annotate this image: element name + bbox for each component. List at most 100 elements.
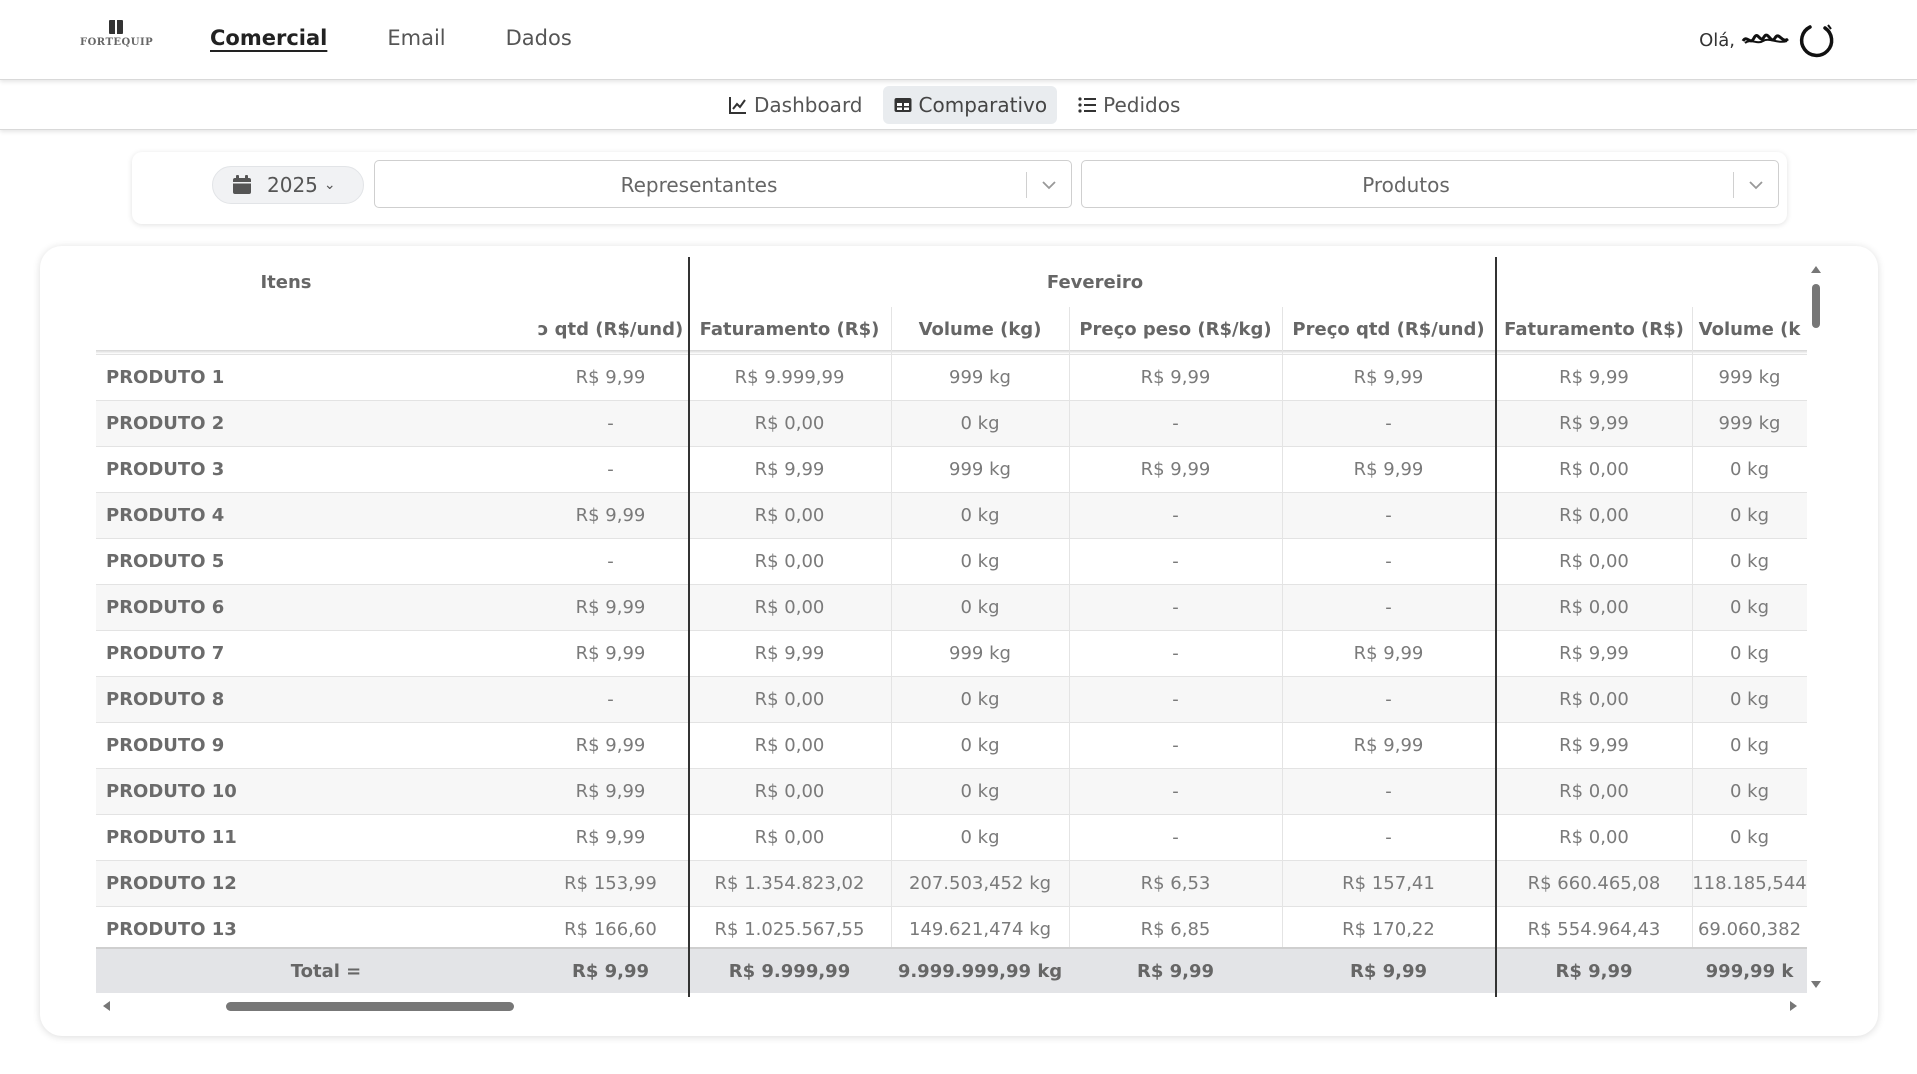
table-row[interactable]: PRODUTO 12 R$ 153,99 R$ 1.354.823,02 207.50… (96, 860, 1807, 906)
table-cell: R$ 0,00 (1559, 551, 1629, 572)
table-cell: 0 kg (960, 827, 1000, 848)
table-cell: 69.060,382 (1697, 919, 1802, 940)
product-name-cell: PRODUTO 6 (106, 597, 225, 618)
nav-comercial[interactable]: Comercial (210, 26, 327, 50)
horizontal-scrollbar[interactable] (96, 997, 1807, 1015)
table-cell: R$ 1.025.567,55 (714, 919, 865, 940)
product-name-cell: PRODUTO 13 (106, 919, 237, 940)
col-header-volume-2: Volume (k (1698, 318, 1801, 340)
nav-dados[interactable]: Dados (506, 26, 572, 50)
power-icon[interactable] (1797, 20, 1837, 60)
year-select[interactable]: 2025 ⌄ (212, 166, 364, 204)
table-cell: R$ 9,99 (1559, 367, 1629, 388)
chevron-down-icon[interactable] (1746, 175, 1766, 195)
scroll-up-arrow-icon[interactable] (1810, 264, 1822, 274)
comparison-table[interactable]: Itens Fevereiro ɔ qtd (R$/und) Faturament… (96, 257, 1807, 997)
table-cell: R$ 9,99 (754, 459, 825, 480)
scroll-down-arrow-icon[interactable] (1810, 980, 1822, 990)
scroll-left-arrow-icon[interactable] (100, 1000, 112, 1012)
vertical-scrollbar[interactable] (1807, 262, 1825, 992)
table-row[interactable]: PRODUTO 6 R$ 9,99 R$ 0,00 0 kg - - R$ 0,00 0 kg (96, 584, 1807, 630)
representantes-select[interactable]: Representantes (374, 160, 1072, 208)
table-cell: 0 kg (960, 551, 1000, 572)
vertical-scroll-thumb[interactable] (1812, 284, 1820, 328)
table-cell: R$ 0,00 (1559, 505, 1629, 526)
table-row[interactable]: PRODUTO 1 R$ 9,99 R$ 9.999,99 999 kg R$ 9,99… (96, 354, 1807, 400)
calendar-icon (233, 175, 251, 194)
table-row[interactable]: PRODUTO 2 - R$ 0,00 0 kg - - R$ 9,99 999 kg (96, 400, 1807, 446)
group-header-itens: Itens (260, 271, 312, 293)
table-row[interactable]: PRODUTO 3 - R$ 9,99 999 kg R$ 9,99 R$ 9,99 R$ … (96, 446, 1807, 492)
month-divider-start (688, 257, 690, 997)
brand-logo[interactable]: FORTEQUIP (80, 20, 153, 54)
table-cell: R$ 9,99 (1559, 735, 1629, 756)
filter-bar: 2025 ⌄ Representantes Produtos (132, 152, 1787, 224)
table-cell: - (1172, 781, 1179, 802)
column-divider (891, 307, 892, 947)
total-cell: R$ 9,99 (571, 960, 650, 982)
table-cell: R$ 9,99 (1559, 413, 1629, 434)
table-cell: - (1172, 827, 1179, 848)
table-cell: R$ 0,00 (1559, 781, 1629, 802)
total-cell: R$ 9,99 (1136, 960, 1215, 982)
tab-pedidos[interactable]: Pedidos (1067, 86, 1190, 124)
chevron-down-icon: ⌄ (323, 177, 336, 193)
table-cell: R$ 9,99 (1353, 459, 1424, 480)
table-cell: - (607, 689, 614, 710)
table-cell: 999 kg (1718, 413, 1781, 434)
table-row[interactable]: PRODUTO 9 R$ 9,99 R$ 0,00 0 kg - R$ 9,99 R$ 9,… (96, 722, 1807, 768)
table-cell: R$ 0,00 (1559, 827, 1629, 848)
table-cell: 0 kg (960, 735, 1000, 756)
table-row[interactable]: PRODUTO 8 - R$ 0,00 0 kg - - R$ 0,00 0 kg (96, 676, 1807, 722)
product-name-cell: PRODUTO 4 (106, 505, 225, 526)
table-cell: - (1172, 643, 1179, 664)
total-cell: R$ 9.999,99 (728, 960, 851, 982)
table-cell: R$ 0,00 (754, 597, 825, 618)
table-cell: - (1385, 781, 1392, 802)
produtos-placeholder: Produtos (1362, 173, 1450, 197)
table-row[interactable]: PRODUTO 4 R$ 9,99 R$ 0,00 0 kg - - R$ 0,00 0 kg (96, 492, 1807, 538)
table-cell: R$ 0,00 (1559, 597, 1629, 618)
horizontal-scroll-thumb[interactable] (226, 1002, 514, 1011)
table-cell: R$ 9,99 (575, 781, 646, 802)
table-cell: - (607, 551, 614, 572)
table-row[interactable]: PRODUTO 13 R$ 166,60 R$ 1.025.567,55 149.62… (96, 906, 1807, 952)
table-cell: - (1172, 597, 1179, 618)
table-row[interactable]: PRODUTO 11 R$ 9,99 R$ 0,00 0 kg - - R$ 0,00 0 k… (96, 814, 1807, 860)
table-cell: - (1385, 827, 1392, 848)
table-cell: - (1172, 413, 1179, 434)
table-row[interactable]: PRODUTO 7 R$ 9,99 R$ 9,99 999 kg - R$ 9,99 R$ … (96, 630, 1807, 676)
list-icon (1078, 97, 1097, 113)
table-cell: R$ 554.964,43 (1527, 919, 1661, 940)
table-cell: 0 kg (1729, 689, 1770, 710)
table-cell: R$ 0,00 (754, 781, 825, 802)
col-header-preco-qtd: ɔ qtd (R$/und) (537, 318, 684, 340)
table-cell: R$ 153,99 (564, 873, 657, 894)
nav-email[interactable]: Email (387, 26, 445, 50)
table-cell: - (1172, 689, 1179, 710)
product-name-cell: PRODUTO 5 (106, 551, 225, 572)
logo-mark-icon (109, 20, 123, 34)
table-cell: 999 kg (949, 367, 1011, 388)
table-row[interactable]: PRODUTO 5 - R$ 0,00 0 kg - - R$ 0,00 0 kg (96, 538, 1807, 584)
table-cell: 207.503,452 kg (908, 873, 1052, 894)
scroll-right-arrow-icon[interactable] (1788, 1000, 1800, 1012)
chevron-down-icon[interactable] (1039, 175, 1059, 195)
tab-comparativo[interactable]: Comparativo (882, 86, 1058, 124)
table-cell: R$ 9,99 (754, 643, 825, 664)
table-cell: R$ 660.465,08 (1527, 873, 1661, 894)
redacted-username-scribble (1741, 33, 1789, 44)
produtos-select[interactable]: Produtos (1081, 160, 1779, 208)
table-cell: 118.185,544 (1692, 873, 1807, 894)
table-cell: R$ 9,99 (575, 643, 646, 664)
user-menu[interactable]: Olá, (1699, 20, 1837, 60)
tab-dashboard[interactable]: Dashboard (718, 86, 873, 124)
col-header-faturamento-2: Faturamento (R$) (1504, 318, 1684, 340)
table-cell: 0 kg (960, 505, 1000, 526)
table-cell: R$ 157,41 (1342, 873, 1435, 894)
product-name-cell: PRODUTO 2 (106, 413, 225, 434)
table-cell: R$ 9,99 (575, 735, 646, 756)
table-row[interactable]: PRODUTO 10 R$ 9,99 R$ 0,00 0 kg - - R$ 0,00 0 k… (96, 768, 1807, 814)
total-label: Total = (290, 960, 362, 982)
table-cell: 999 kg (949, 459, 1011, 480)
